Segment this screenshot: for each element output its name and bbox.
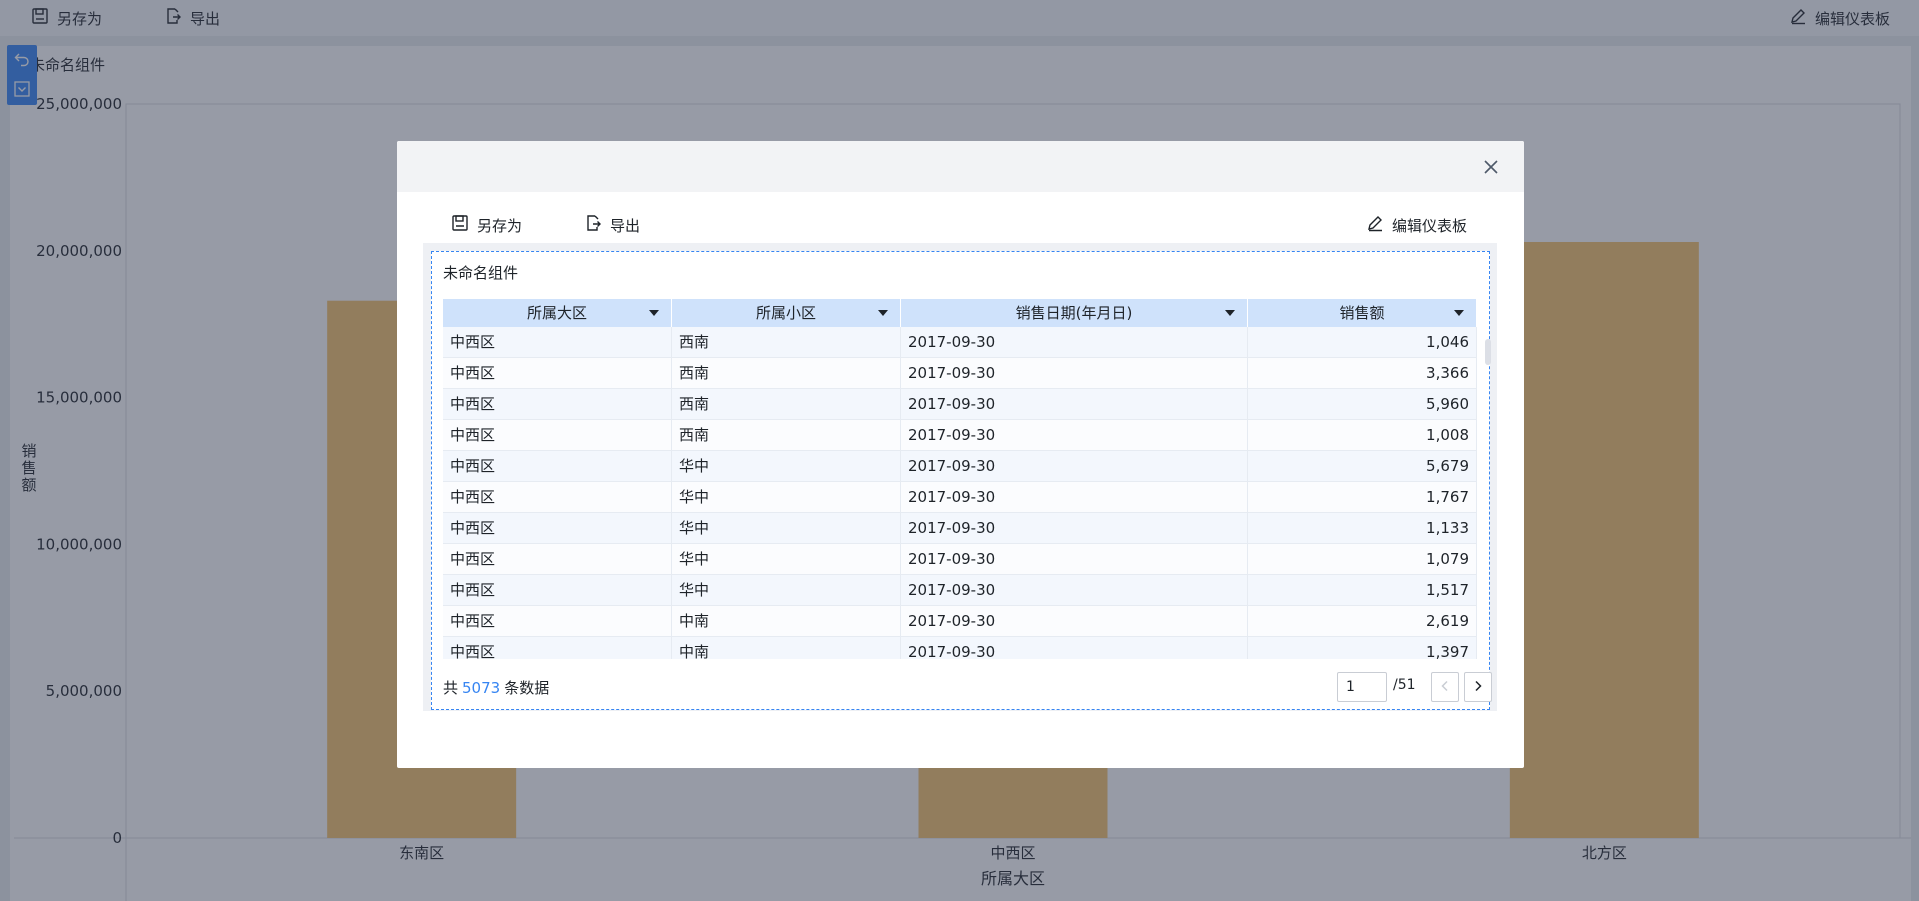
sort-dropdown-icon[interactable]: [649, 310, 659, 316]
cell-region: 中西区: [443, 575, 672, 605]
cell-subregion: 中南: [672, 637, 901, 659]
table-row[interactable]: 中西区 中南 2017-09-30 2,619: [443, 606, 1477, 637]
page-number-input[interactable]: [1337, 672, 1387, 702]
table-scrollbar[interactable]: [1485, 339, 1491, 365]
table-footer: 共5073条数据 /51: [443, 672, 1492, 702]
cell-date: 2017-09-30: [901, 544, 1248, 574]
cell-date: 2017-09-30: [901, 637, 1248, 659]
cell-sales: 3,366: [1248, 358, 1477, 388]
next-page-icon: [1472, 678, 1484, 696]
cell-subregion: 中南: [672, 606, 901, 636]
cell-sales: 1,079: [1248, 544, 1477, 574]
dialog-edit-dashboard-label: 编辑仪表板: [1392, 216, 1468, 235]
cell-region: 中西区: [443, 420, 672, 450]
cell-date: 2017-09-30: [901, 327, 1248, 357]
column-header-label: 销售日期(年月日): [1015, 304, 1133, 322]
column-header-sales[interactable]: 销售额: [1248, 299, 1477, 327]
cell-date: 2017-09-30: [901, 606, 1248, 636]
cell-subregion: 华中: [672, 513, 901, 543]
cell-date: 2017-09-30: [901, 451, 1248, 481]
cell-region: 中西区: [443, 451, 672, 481]
cell-date: 2017-09-30: [901, 358, 1248, 388]
save-icon: [451, 214, 469, 236]
cell-subregion: 西南: [672, 389, 901, 419]
column-header-label: 所属大区: [526, 304, 587, 322]
column-header-region[interactable]: 所属大区: [443, 299, 672, 327]
cell-subregion: 西南: [672, 358, 901, 388]
total-pages: /51: [1393, 677, 1416, 693]
sort-dropdown-icon[interactable]: [1454, 310, 1464, 316]
sort-dropdown-icon[interactable]: [878, 310, 888, 316]
table-row[interactable]: 中西区 华中 2017-09-30 1,517: [443, 575, 1477, 606]
export-icon: [584, 214, 602, 236]
dialog-save-as-button[interactable]: 另存为: [451, 207, 522, 243]
cell-subregion: 西南: [672, 327, 901, 357]
table-row[interactable]: 中西区 西南 2017-09-30 3,366: [443, 358, 1477, 389]
total-prefix: 共: [443, 679, 459, 697]
table-header: 所属大区 所属小区 销售日期(年月日) 销售额: [443, 299, 1477, 327]
cell-region: 中西区: [443, 389, 672, 419]
sort-dropdown-icon[interactable]: [1225, 310, 1235, 316]
data-detail-dialog: 另存为 导出 编辑仪表板 未命名组件 所属大区 所属小区 销售日期(年月日) 销…: [397, 141, 1524, 768]
cell-region: 中西区: [443, 606, 672, 636]
dialog-save-as-label: 另存为: [477, 216, 523, 235]
cell-date: 2017-09-30: [901, 389, 1248, 419]
total-records: 共 5073 条数据: [443, 677, 549, 698]
table-row[interactable]: 中西区 西南 2017-09-30 1,008: [443, 420, 1477, 451]
cell-sales: 1,046: [1248, 327, 1477, 357]
table-row[interactable]: 中西区 西南 2017-09-30 1,046: [443, 327, 1477, 358]
cell-subregion: 华中: [672, 482, 901, 512]
cell-subregion: 西南: [672, 420, 901, 450]
dialog-export-button[interactable]: 导出: [584, 207, 640, 243]
column-header-label: 所属小区: [755, 304, 816, 322]
total-suffix: 条数据: [504, 679, 550, 697]
cell-sales: 1,767: [1248, 482, 1477, 512]
cell-region: 中西区: [443, 544, 672, 574]
detail-table-widget[interactable]: 未命名组件 所属大区 所属小区 销售日期(年月日) 销售额 中西区 西南 201…: [431, 251, 1492, 710]
close-icon[interactable]: [1482, 158, 1500, 176]
cell-subregion: 华中: [672, 575, 901, 605]
cell-date: 2017-09-30: [901, 420, 1248, 450]
cell-region: 中西区: [443, 637, 672, 659]
table-row[interactable]: 中西区 华中 2017-09-30 1,133: [443, 513, 1477, 544]
next-page-button[interactable]: [1464, 672, 1492, 702]
total-count: 5073: [462, 679, 501, 697]
table-row[interactable]: 中西区 华中 2017-09-30 1,767: [443, 482, 1477, 513]
table-row[interactable]: 中西区 华中 2017-09-30 1,079: [443, 544, 1477, 575]
cell-subregion: 华中: [672, 544, 901, 574]
cell-sales: 1,133: [1248, 513, 1477, 543]
cell-sales: 1,397: [1248, 637, 1477, 659]
cell-region: 中西区: [443, 513, 672, 543]
cell-date: 2017-09-30: [901, 575, 1248, 605]
table-row[interactable]: 中西区 中南 2017-09-30 1,397: [443, 637, 1477, 659]
cell-sales: 5,960: [1248, 389, 1477, 419]
dialog-edit-dashboard-button[interactable]: 编辑仪表板: [1366, 207, 1467, 243]
widget-title: 未命名组件: [443, 264, 519, 282]
cell-sales: 2,619: [1248, 606, 1477, 636]
dialog-header: [397, 141, 1524, 192]
column-header-label: 销售额: [1339, 304, 1385, 322]
cell-date: 2017-09-30: [901, 513, 1248, 543]
cell-region: 中西区: [443, 482, 672, 512]
edit-icon: [1366, 214, 1384, 236]
detail-table: 所属大区 所属小区 销售日期(年月日) 销售额 中西区 西南 2017-09-3…: [443, 299, 1477, 659]
dialog-export-label: 导出: [610, 216, 641, 235]
dialog-body: 未命名组件 所属大区 所属小区 销售日期(年月日) 销售额 中西区 西南 201…: [423, 243, 1497, 711]
cell-subregion: 华中: [672, 451, 901, 481]
dialog-toolbar: 另存为 导出 编辑仪表板: [423, 207, 1497, 243]
cell-sales: 5,679: [1248, 451, 1477, 481]
table-row[interactable]: 中西区 西南 2017-09-30 5,960: [443, 389, 1477, 420]
cell-sales: 1,008: [1248, 420, 1477, 450]
cell-region: 中西区: [443, 358, 672, 388]
column-header-date[interactable]: 销售日期(年月日): [901, 299, 1248, 327]
prev-page-button[interactable]: [1431, 672, 1459, 702]
cell-region: 中西区: [443, 327, 672, 357]
table-body: 中西区 西南 2017-09-30 1,046 中西区 西南 2017-09-30 3,36…: [443, 327, 1477, 659]
cell-sales: 1,517: [1248, 575, 1477, 605]
cell-date: 2017-09-30: [901, 482, 1248, 512]
prev-page-icon: [1439, 678, 1451, 696]
table-row[interactable]: 中西区 华中 2017-09-30 5,679: [443, 451, 1477, 482]
column-header-subregion[interactable]: 所属小区: [672, 299, 901, 327]
